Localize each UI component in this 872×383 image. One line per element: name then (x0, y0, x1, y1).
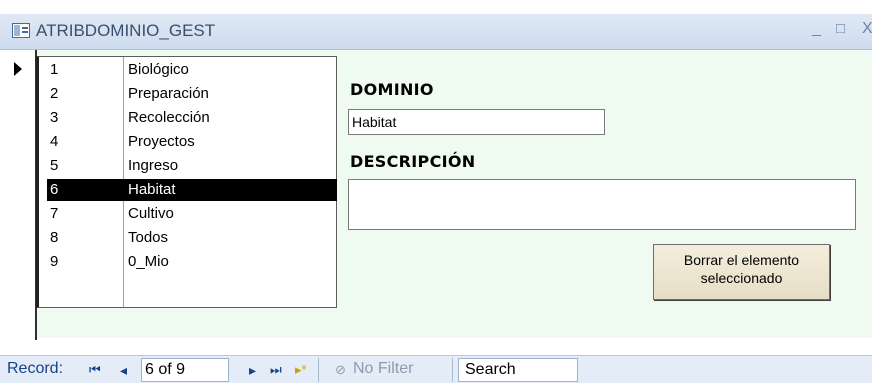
dominio-listbox[interactable]: 1 Biológico 2 Preparación 3 Recolección 4 Proye… (36, 56, 337, 308)
current-record-arrow-icon (14, 62, 22, 76)
new-record-icon[interactable]: ▸* (295, 362, 307, 378)
list-item-id: 4 (50, 133, 59, 150)
list-item-name: Preparación (128, 85, 209, 102)
list-item-name: 0_Mio (128, 253, 169, 270)
maximize-button[interactable]: □ (836, 20, 845, 37)
form-icon (12, 23, 30, 38)
search-input[interactable]: Search (458, 358, 578, 382)
record-label: Record: (7, 360, 64, 377)
list-item-name: Biológico (128, 61, 189, 78)
minimize-button[interactable]: _ (812, 20, 821, 38)
next-record-icon[interactable]: ▸ (249, 362, 256, 379)
list-item[interactable]: 8 Todos (47, 227, 337, 249)
list-item[interactable]: 2 Preparación (47, 83, 337, 105)
dominio-label: DOMINIO (350, 80, 434, 99)
descripcion-label: DESCRIPCIÓN (350, 152, 476, 171)
list-item-id: 9 (50, 253, 59, 270)
list-item-id: 1 (50, 61, 59, 78)
list-item-id: 3 (50, 109, 59, 126)
list-item-name: Todos (128, 229, 169, 246)
record-navigation-bar: Record: ⏮ ◂ 6 of 9 ▸ ⏭ ▸* ⊘ No Filter Se… (0, 355, 872, 383)
list-item-name: Recolección (128, 109, 210, 126)
list-item-name: Proyectos (128, 133, 195, 150)
descripcion-field[interactable] (348, 179, 856, 230)
filter-icon: ⊘ (335, 362, 346, 377)
list-item-id: 8 (50, 229, 59, 246)
list-item[interactable]: 3 Recolección (47, 107, 337, 129)
list-item-id: 6 (50, 181, 59, 198)
previous-record-icon[interactable]: ◂ (120, 362, 127, 379)
first-record-icon[interactable]: ⏮ (89, 362, 101, 378)
delete-selected-button[interactable]: Borrar el elemento seleccionado (653, 244, 830, 300)
delete-button-line1: Borrar el elemento (683, 252, 800, 268)
nav-separator (318, 358, 319, 382)
list-item[interactable]: 9 0_Mio (47, 251, 337, 273)
delete-button-line2: seleccionado (700, 270, 783, 286)
list-item-name: Cultivo (128, 205, 174, 222)
record-selector[interactable] (0, 50, 36, 338)
list-item-id: 7 (50, 205, 59, 222)
list-item[interactable]: 7 Cultivo (47, 203, 337, 225)
list-item-id: 2 (50, 85, 59, 102)
list-item[interactable]: 6 Habitat (47, 179, 337, 201)
list-item[interactable]: 5 Ingreso (47, 155, 337, 177)
close-button[interactable]: X (862, 20, 872, 38)
list-item-id: 5 (50, 157, 59, 174)
no-filter-button[interactable]: No Filter (353, 360, 413, 378)
list-item-name: Ingreso (128, 157, 179, 174)
form-body: 1 Biológico 2 Preparación 3 Recolección 4 Proye… (0, 50, 872, 340)
title-bar: ATRIBDOMINIO_GEST _ □ X (0, 14, 872, 50)
list-item-name: Habitat (128, 181, 176, 198)
current-record-input[interactable]: 6 of 9 (141, 358, 229, 382)
last-record-icon[interactable]: ⏭ (270, 362, 282, 378)
window-title: ATRIBDOMINIO_GEST (36, 21, 216, 40)
list-item[interactable]: 1 Biológico (47, 59, 337, 81)
dominio-field[interactable]: Habitat (348, 109, 605, 135)
nav-separator-2 (452, 358, 453, 382)
list-item[interactable]: 4 Proyectos (47, 131, 337, 153)
